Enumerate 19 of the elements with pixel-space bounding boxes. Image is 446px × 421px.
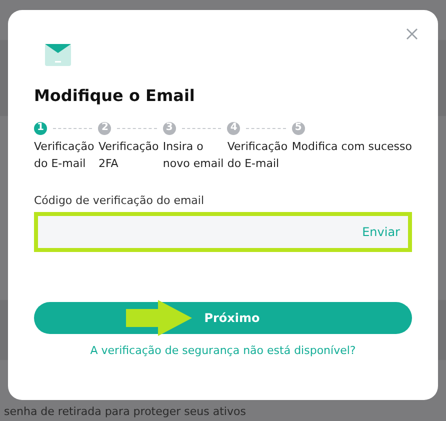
step-label: Modifica com sucesso <box>292 139 412 155</box>
step-number: 3 <box>162 122 176 134</box>
step-label: Verificação 2FA <box>98 139 160 172</box>
field-label: Código de verificação do email <box>34 194 206 207</box>
send-link[interactable]: Enviar <box>362 225 400 239</box>
step-number: 5 <box>292 122 305 134</box>
help-link[interactable]: A verificação de segurança não está disponível? <box>34 344 412 357</box>
step-label: Insira o novo email <box>162 139 225 172</box>
dialog-title: Modifique o Email <box>34 86 196 105</box>
next-button[interactable]: Próximo <box>34 302 412 334</box>
step-label: Verificação do E-mail <box>34 139 96 172</box>
close-icon[interactable] <box>406 28 418 40</box>
background-text: senha de retirada para proteger seus ativos <box>4 405 246 418</box>
input-field[interactable]: Enviar <box>34 212 412 252</box>
step-number: 1 <box>34 122 47 134</box>
step-number: 2 <box>98 122 112 134</box>
step-label: Verificação do E-mail <box>227 139 289 172</box>
envelope-icon <box>45 44 71 66</box>
step-number: 4 <box>227 122 240 134</box>
